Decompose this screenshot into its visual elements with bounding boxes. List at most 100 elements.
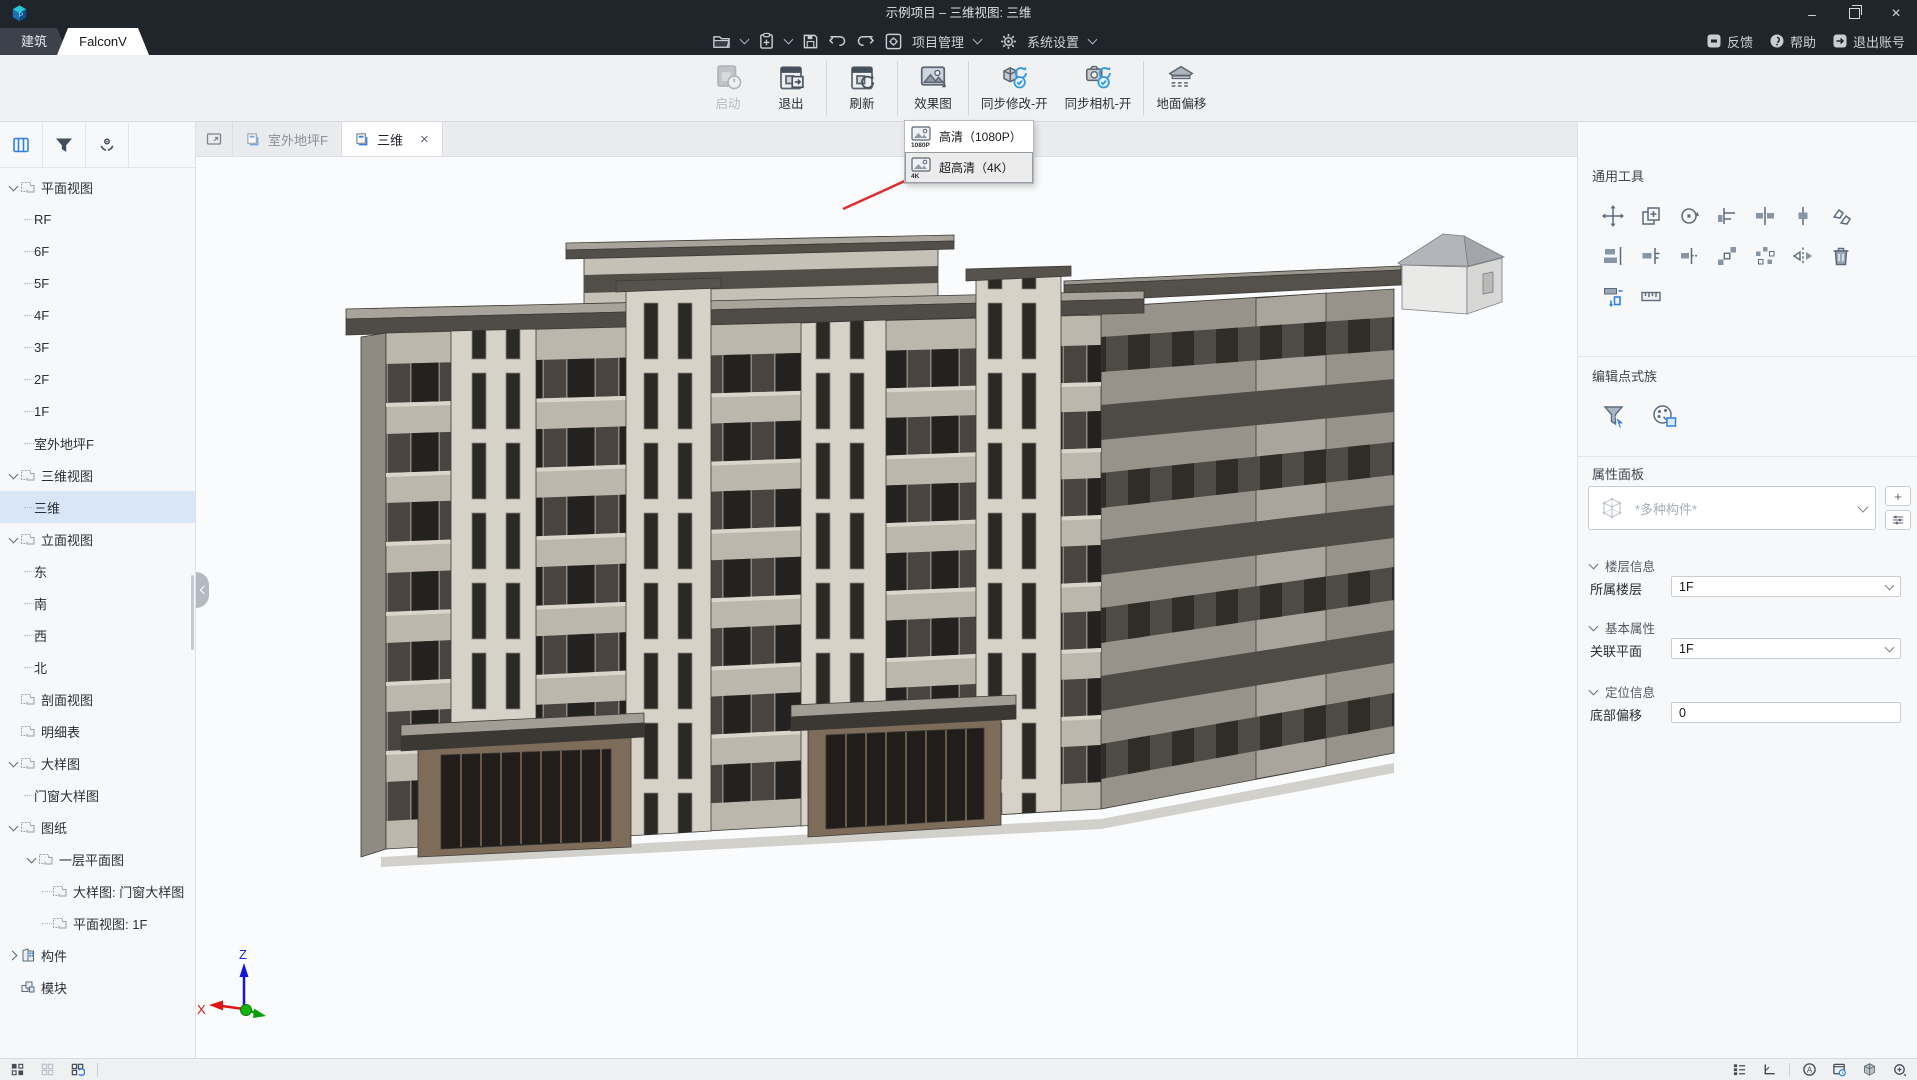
system-settings-chevron-icon[interactable] <box>1088 35 1098 45</box>
chevron-down-icon[interactable] <box>6 761 20 766</box>
associated-plane-select[interactable]: 1F <box>1671 638 1901 659</box>
popout-view-button[interactable] <box>196 122 233 156</box>
tool-rotate-button[interactable] <box>1670 196 1708 236</box>
tool-measure-button[interactable] <box>1632 276 1670 316</box>
building-model[interactable]: Z X <box>196 157 1577 1058</box>
tree-item-平面视图[interactable]: 平面视图 <box>0 171 195 203</box>
refresh-button[interactable]: 刷新 <box>834 60 890 113</box>
close-button[interactable]: × <box>1875 0 1917 27</box>
project-management-label[interactable]: 项目管理 <box>912 32 964 51</box>
tree-item-2F[interactable]: 2F <box>0 363 195 395</box>
open-file-icon[interactable] <box>712 33 731 50</box>
position-info-header[interactable]: 定位信息 <box>1590 682 1655 701</box>
tree-item-明细表[interactable]: 明细表 <box>0 715 195 747</box>
project-management-chevron-icon[interactable] <box>973 35 983 45</box>
sidebar-scrollbar[interactable] <box>191 575 194 650</box>
tree-item-西[interactable]: 西 <box>0 619 195 651</box>
tree-item-门窗大样图[interactable]: 门窗大样图 <box>0 779 195 811</box>
statusbar-display-list-button[interactable] <box>1732 1062 1747 1077</box>
ground-offset-button[interactable]: 地面偏移 <box>1151 60 1211 113</box>
system-settings-label[interactable]: 系统设置 <box>1027 32 1079 51</box>
tool-align-left-button[interactable] <box>1632 236 1670 276</box>
project-management-icon[interactable] <box>884 32 903 51</box>
bottom-offset-input[interactable]: 0 <box>1671 702 1901 723</box>
floor-select[interactable]: 1F <box>1671 576 1901 597</box>
open-file-chevron-icon[interactable] <box>740 35 750 45</box>
tool-align-distribute-button[interactable] <box>1784 196 1822 236</box>
chevron-down-icon[interactable] <box>6 825 20 830</box>
tool-align-corner-button[interactable] <box>1708 196 1746 236</box>
tool-array-linear-button[interactable] <box>1708 236 1746 276</box>
statusbar-auto-button[interactable] <box>1802 1062 1817 1077</box>
tab-falconv[interactable]: FalconV <box>57 28 149 55</box>
view-tab-3d[interactable]: 三维 × <box>342 122 443 156</box>
chevron-down-icon[interactable] <box>6 473 20 478</box>
floor-info-header[interactable]: 楼层信息 <box>1590 556 1655 575</box>
sync-camera-button[interactable]: 同步相机-开 <box>1060 60 1137 113</box>
tool-move-button[interactable] <box>1594 196 1632 236</box>
sync-modify-button[interactable]: 同步修改-开 <box>976 60 1053 113</box>
system-settings-icon[interactable] <box>999 32 1018 51</box>
statusbar-grid-reset-button[interactable] <box>70 1062 85 1077</box>
feedback-button[interactable]: 反馈 <box>1706 32 1753 51</box>
sidebar-locate-button[interactable] <box>86 122 129 167</box>
tree-item-东[interactable]: 东 <box>0 555 195 587</box>
tree-item-平面视图: 1F[interactable]: 平面视图: 1F <box>0 907 195 939</box>
tree-item-RF[interactable]: RF <box>0 203 195 235</box>
menu-item-hd-1080p[interactable]: 1080P 高清（1080P） <box>905 121 1033 152</box>
new-project-chevron-icon[interactable] <box>784 35 794 45</box>
tree-item-剖面视图[interactable]: 剖面视图 <box>0 683 195 715</box>
view-tab-site[interactable]: 室外地坪F <box>233 122 342 156</box>
tool-align-bottom-button[interactable] <box>1594 236 1632 276</box>
select-filter-button[interactable] <box>1598 400 1632 434</box>
redo-icon[interactable] <box>856 33 875 49</box>
statusbar-grid-filled-button[interactable] <box>10 1062 25 1077</box>
chevron-right-icon[interactable] <box>6 952 20 959</box>
tree-item-5F[interactable]: 5F <box>0 267 195 299</box>
restore-button[interactable] <box>1833 0 1875 27</box>
tree-item-6F[interactable]: 6F <box>0 235 195 267</box>
help-button[interactable]: 帮助 <box>1769 32 1816 51</box>
tree-item-构件[interactable]: 构件 <box>0 939 195 971</box>
minimize-button[interactable]: – <box>1791 0 1833 27</box>
sidebar-filter-button[interactable] <box>43 122 86 167</box>
launch-button[interactable]: 启动 <box>700 60 756 113</box>
new-project-icon[interactable] <box>758 32 775 50</box>
chevron-down-icon[interactable] <box>24 857 38 862</box>
tree-item-一层平面图[interactable]: 一层平面图 <box>0 843 195 875</box>
statusbar-boundary-button[interactable] <box>1762 1062 1777 1077</box>
property-settings-button[interactable] <box>1885 510 1911 530</box>
material-palette-button[interactable] <box>1648 400 1682 434</box>
basic-props-header[interactable]: 基本属性 <box>1590 618 1655 637</box>
scene-3d[interactable]: Z X <box>196 157 1577 1058</box>
chevron-down-icon[interactable] <box>6 537 20 542</box>
tool-delete-button[interactable] <box>1822 236 1860 276</box>
close-view-icon[interactable]: × <box>420 132 429 147</box>
tool-array-radial-button[interactable] <box>1746 236 1784 276</box>
tool-offset-button[interactable] <box>1594 276 1632 316</box>
tool-mirror-button[interactable] <box>1784 236 1822 276</box>
tree-item-大样图[interactable]: 大样图 <box>0 747 195 779</box>
exit-button[interactable]: 退出 <box>763 60 819 113</box>
tree-item-北[interactable]: 北 <box>0 651 195 683</box>
tree-item-4F[interactable]: 4F <box>0 299 195 331</box>
tree-item-大样图: 门窗大样图[interactable]: 大样图: 门窗大样图 <box>0 875 195 907</box>
menu-item-uhd-4k[interactable]: 4K 超高清（4K） <box>905 152 1033 183</box>
tool-copy-button[interactable] <box>1632 196 1670 236</box>
tool-match-button[interactable] <box>1822 196 1860 236</box>
undo-icon[interactable] <box>828 33 847 49</box>
tree-item-1F[interactable]: 1F <box>0 395 195 427</box>
tree-item-模块[interactable]: 模块 <box>0 971 195 1003</box>
sidebar-panel-button[interactable] <box>0 122 43 167</box>
tree-item-室外地坪F[interactable]: 室外地坪F <box>0 427 195 459</box>
component-type-select[interactable]: *多种构件* <box>1588 486 1876 530</box>
statusbar-grid-outline-button[interactable] <box>40 1062 55 1077</box>
chevron-down-icon[interactable] <box>6 185 20 190</box>
save-icon[interactable] <box>802 33 819 50</box>
tool-align-right-button[interactable] <box>1670 236 1708 276</box>
render-image-button[interactable]: 效果图 <box>905 60 961 113</box>
view-cube[interactable] <box>1398 234 1504 314</box>
tree-item-图纸[interactable]: 图纸 <box>0 811 195 843</box>
tree-item-立面视图[interactable]: 立面视图 <box>0 523 195 555</box>
statusbar-zoom-extents-button[interactable] <box>1892 1062 1907 1077</box>
